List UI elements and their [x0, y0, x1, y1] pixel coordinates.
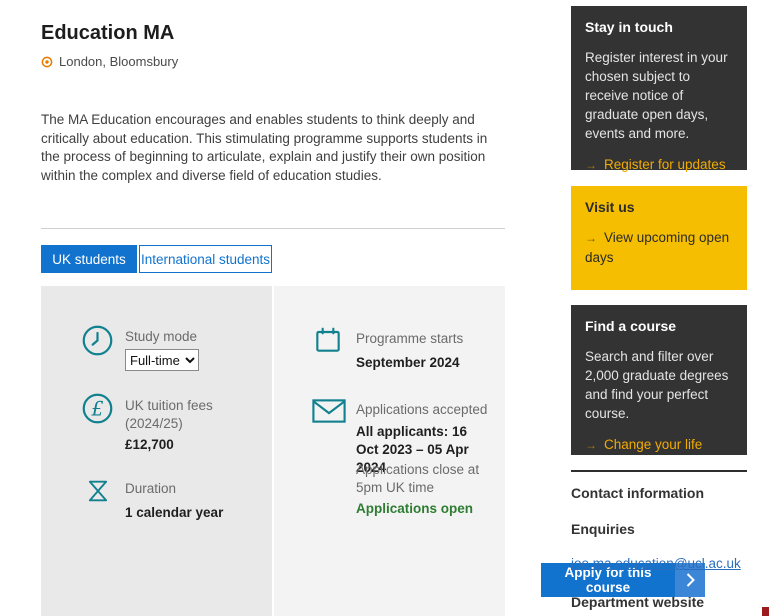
pound-fees-icon: £ — [81, 392, 114, 425]
programme-starts-label: Programme starts — [356, 330, 463, 348]
arrow-right-icon: → — [585, 438, 597, 452]
section-divider — [41, 228, 505, 229]
applications-close-note: Applications close at 5pm UK time — [356, 461, 491, 497]
panel-left-column: Study mode Full-time £ UK tuition fees (… — [41, 286, 272, 616]
study-mode-select[interactable]: Full-time — [125, 349, 199, 371]
partial-element-below — [762, 607, 769, 616]
svg-text:£: £ — [90, 397, 103, 420]
location-text: London, Bloomsbury — [59, 54, 178, 69]
duration-value: 1 calendar year — [125, 504, 223, 522]
visit-us-box: Visit us →View upcoming open days — [571, 186, 747, 290]
location-row: London, Bloomsbury — [41, 54, 178, 69]
enquiries-email-link[interactable]: ioe.ma.education@ucl.ac.uk — [571, 556, 741, 571]
tuition-label: UK tuition fees (2024/25) — [125, 397, 245, 433]
course-description: The MA Education encourages and enables … — [41, 111, 493, 185]
find-a-course-title: Find a course — [585, 318, 733, 334]
arrow-right-icon: → — [585, 231, 597, 245]
location-pin-icon — [41, 56, 53, 68]
department-website-heading: Department website — [571, 594, 704, 610]
register-for-updates-link[interactable]: →Register for updates — [585, 155, 733, 175]
enquiries-heading: Enquiries — [571, 521, 635, 537]
find-a-course-box: Find a course Search and filter over 2,0… — [571, 305, 747, 455]
stay-in-touch-box: Stay in touch Register interest in your … — [571, 6, 747, 170]
contact-information-heading: Contact information — [571, 485, 704, 501]
contact-divider — [571, 470, 747, 472]
stay-in-touch-title: Stay in touch — [585, 19, 733, 35]
applications-status-badge: Applications open — [356, 501, 473, 516]
view-open-days-link[interactable]: →View upcoming open days — [585, 228, 733, 267]
find-a-course-body: Search and filter over 2,000 graduate de… — [585, 347, 733, 423]
clock-icon — [81, 324, 114, 357]
hourglass-icon — [84, 476, 112, 506]
key-information-panel: Study mode Full-time £ UK tuition fees (… — [41, 286, 505, 616]
stay-in-touch-body: Register interest in your chosen subject… — [585, 48, 733, 143]
tab-uk-students[interactable]: UK students — [41, 245, 137, 273]
arrow-right-icon: → — [585, 158, 597, 172]
programme-starts-value: September 2024 — [356, 354, 460, 372]
page-title: Education MA — [41, 22, 174, 45]
duration-label: Duration — [125, 480, 176, 498]
tuition-value: £12,700 — [125, 436, 174, 454]
tab-international-students[interactable]: International students — [139, 245, 272, 273]
applications-accepted-label: Applications accepted — [356, 401, 487, 419]
visit-us-title: Visit us — [585, 199, 733, 215]
calendar-icon — [312, 324, 344, 356]
envelope-icon — [312, 398, 346, 424]
study-mode-label: Study mode — [125, 328, 197, 346]
panel-right-column: Programme starts September 2024 Applicat… — [274, 286, 505, 616]
change-your-life-link[interactable]: →Change your life — [585, 435, 733, 455]
